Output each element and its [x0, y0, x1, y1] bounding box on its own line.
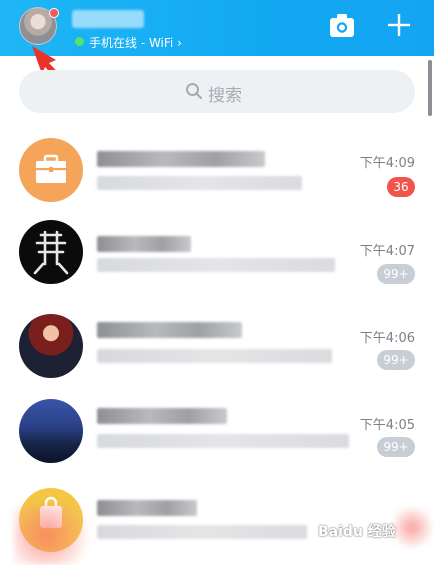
chat-row[interactable]: 下午4:05 99+	[0, 376, 434, 463]
briefcase-icon	[36, 154, 66, 183]
user-nickname-blurred	[72, 10, 144, 28]
calligraphy-avatar	[19, 220, 83, 284]
chat-title-blurred	[97, 408, 227, 424]
unread-badge: 99+	[377, 437, 415, 457]
chat-time: 下午4:05	[359, 418, 415, 433]
chat-time: 下午4:06	[359, 331, 415, 346]
chat-preview-blurred	[97, 434, 349, 448]
briefcase-avatar	[19, 138, 83, 202]
unread-badge: 99+	[377, 350, 415, 370]
notification-dot	[49, 8, 59, 18]
chat-preview-blurred	[97, 525, 307, 539]
unread-badge: 99+	[377, 264, 415, 284]
color-blur-artifact	[390, 505, 434, 550]
chat-time: 下午4:07	[359, 244, 415, 259]
calligraphy-icon	[33, 230, 69, 275]
camera-icon[interactable]	[328, 12, 356, 40]
online-status[interactable]: 手机在线 - WiFi ›	[89, 34, 182, 51]
chat-preview-blurred	[97, 176, 302, 190]
search-icon	[186, 83, 203, 100]
chat-row[interactable]: 下午4:09 36	[0, 130, 434, 212]
chat-title-blurred	[97, 322, 242, 338]
chat-preview-blurred	[97, 258, 335, 272]
baidu-watermark: Baidu 经验	[318, 524, 396, 540]
chat-title-blurred	[97, 236, 191, 252]
unread-badge: 36	[387, 177, 415, 197]
plus-icon[interactable]	[385, 11, 413, 39]
chat-row[interactable]: 下午4:07 99+	[0, 212, 434, 294]
scrollbar[interactable]	[428, 60, 432, 116]
color-blur-artifact	[14, 505, 94, 565]
chat-preview-blurred	[97, 349, 332, 363]
chat-title-blurred	[97, 151, 265, 167]
search-placeholder: 搜索	[208, 86, 242, 106]
online-status-label: 手机在线 - WiFi	[89, 36, 174, 50]
person-avatar	[19, 314, 83, 378]
cityscape-avatar	[19, 399, 83, 463]
chat-row[interactable]: 下午4:06 99+	[0, 294, 434, 378]
chevron-right-icon: ›	[177, 36, 182, 50]
chat-time: 下午4:09	[359, 156, 415, 171]
chat-title-blurred	[97, 500, 197, 516]
